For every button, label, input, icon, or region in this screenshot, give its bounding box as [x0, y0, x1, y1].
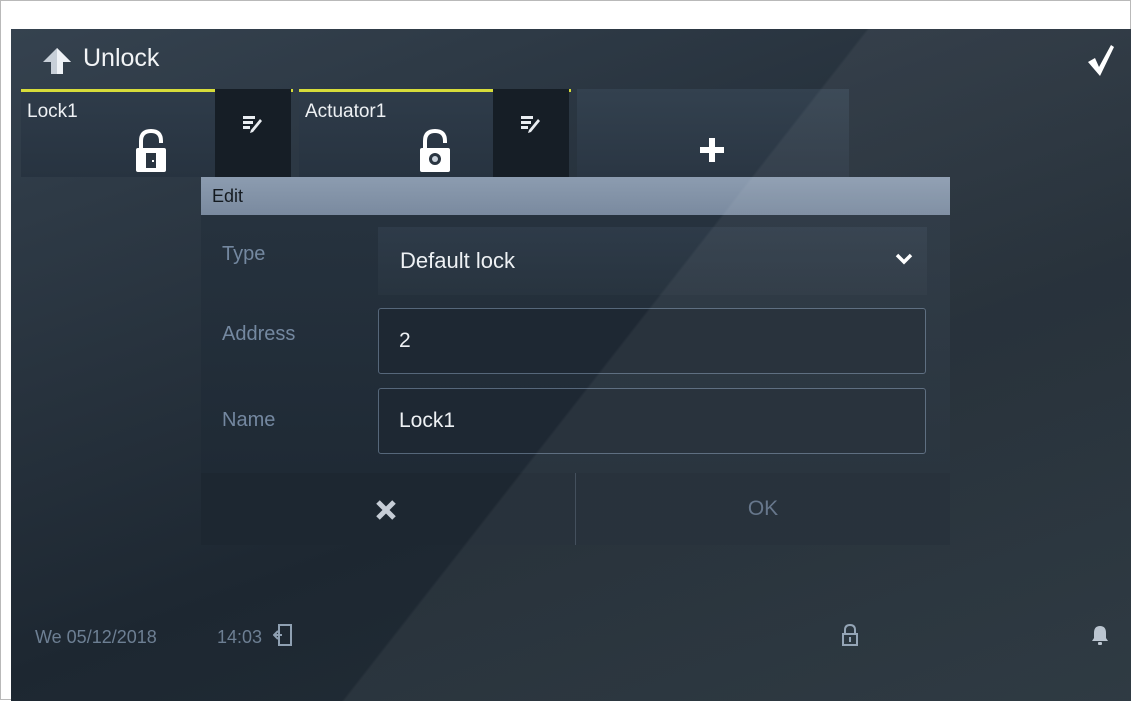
chevron-down-icon: [895, 253, 913, 265]
tile-actuator1[interactable]: Actuator1: [299, 89, 571, 177]
device-frame: Unlock Lock1 Actuator1 Edit Type Default…: [0, 0, 1131, 701]
arrow-up-icon: [43, 48, 71, 74]
type-label: Type: [222, 243, 266, 265]
plus-icon: [700, 138, 724, 162]
bell-icon[interactable]: [1091, 624, 1109, 646]
dialog-header: Edit: [201, 177, 950, 215]
tile-label: Actuator1: [305, 101, 387, 122]
edit-dialog: Edit Type Default lock Address 2 Name Lo…: [201, 177, 950, 545]
edit-column-lock1: [215, 89, 291, 179]
edit-icon[interactable]: [242, 113, 262, 133]
panel-screen: Unlock Lock1 Actuator1 Edit Type Default…: [11, 29, 1131, 701]
cancel-button[interactable]: [201, 473, 575, 545]
tile-lock1[interactable]: Lock1: [21, 89, 293, 177]
status-date: We 05/12/2018: [35, 627, 157, 647]
dialog-footer: OK: [201, 473, 950, 545]
edit-column-actuator1: [493, 89, 569, 179]
lock-door-icon: [136, 129, 166, 172]
top-bar: Unlock: [11, 29, 1131, 89]
address-input[interactable]: 2: [378, 308, 926, 374]
ok-button[interactable]: OK: [576, 473, 950, 545]
tile-label: Lock1: [27, 101, 78, 122]
status-bar: We 05/12/2018 14:03: [11, 609, 1131, 701]
address-label: Address: [222, 323, 296, 345]
dialog-body: Type Default lock Address 2 Name Lock1: [201, 215, 950, 473]
type-select-value: Default lock: [400, 248, 515, 273]
checkmark-icon: [1088, 45, 1114, 76]
dialog-title: Edit: [212, 186, 244, 206]
close-icon: [376, 500, 396, 520]
edit-icon[interactable]: [520, 113, 540, 133]
back-button[interactable]: [39, 45, 75, 77]
type-select[interactable]: Default lock: [378, 227, 927, 295]
name-input[interactable]: Lock1: [378, 388, 926, 454]
confirm-button[interactable]: [1087, 43, 1115, 77]
lock-camera-icon: [420, 129, 450, 172]
name-label: Name: [222, 409, 276, 431]
status-time: 14:03: [217, 627, 263, 647]
door-exit-icon[interactable]: [273, 623, 293, 647]
add-tile-button[interactable]: [577, 89, 849, 177]
padlock-icon[interactable]: [841, 623, 859, 647]
ok-label: OK: [747, 497, 779, 520]
page-title: Unlock: [83, 44, 160, 72]
